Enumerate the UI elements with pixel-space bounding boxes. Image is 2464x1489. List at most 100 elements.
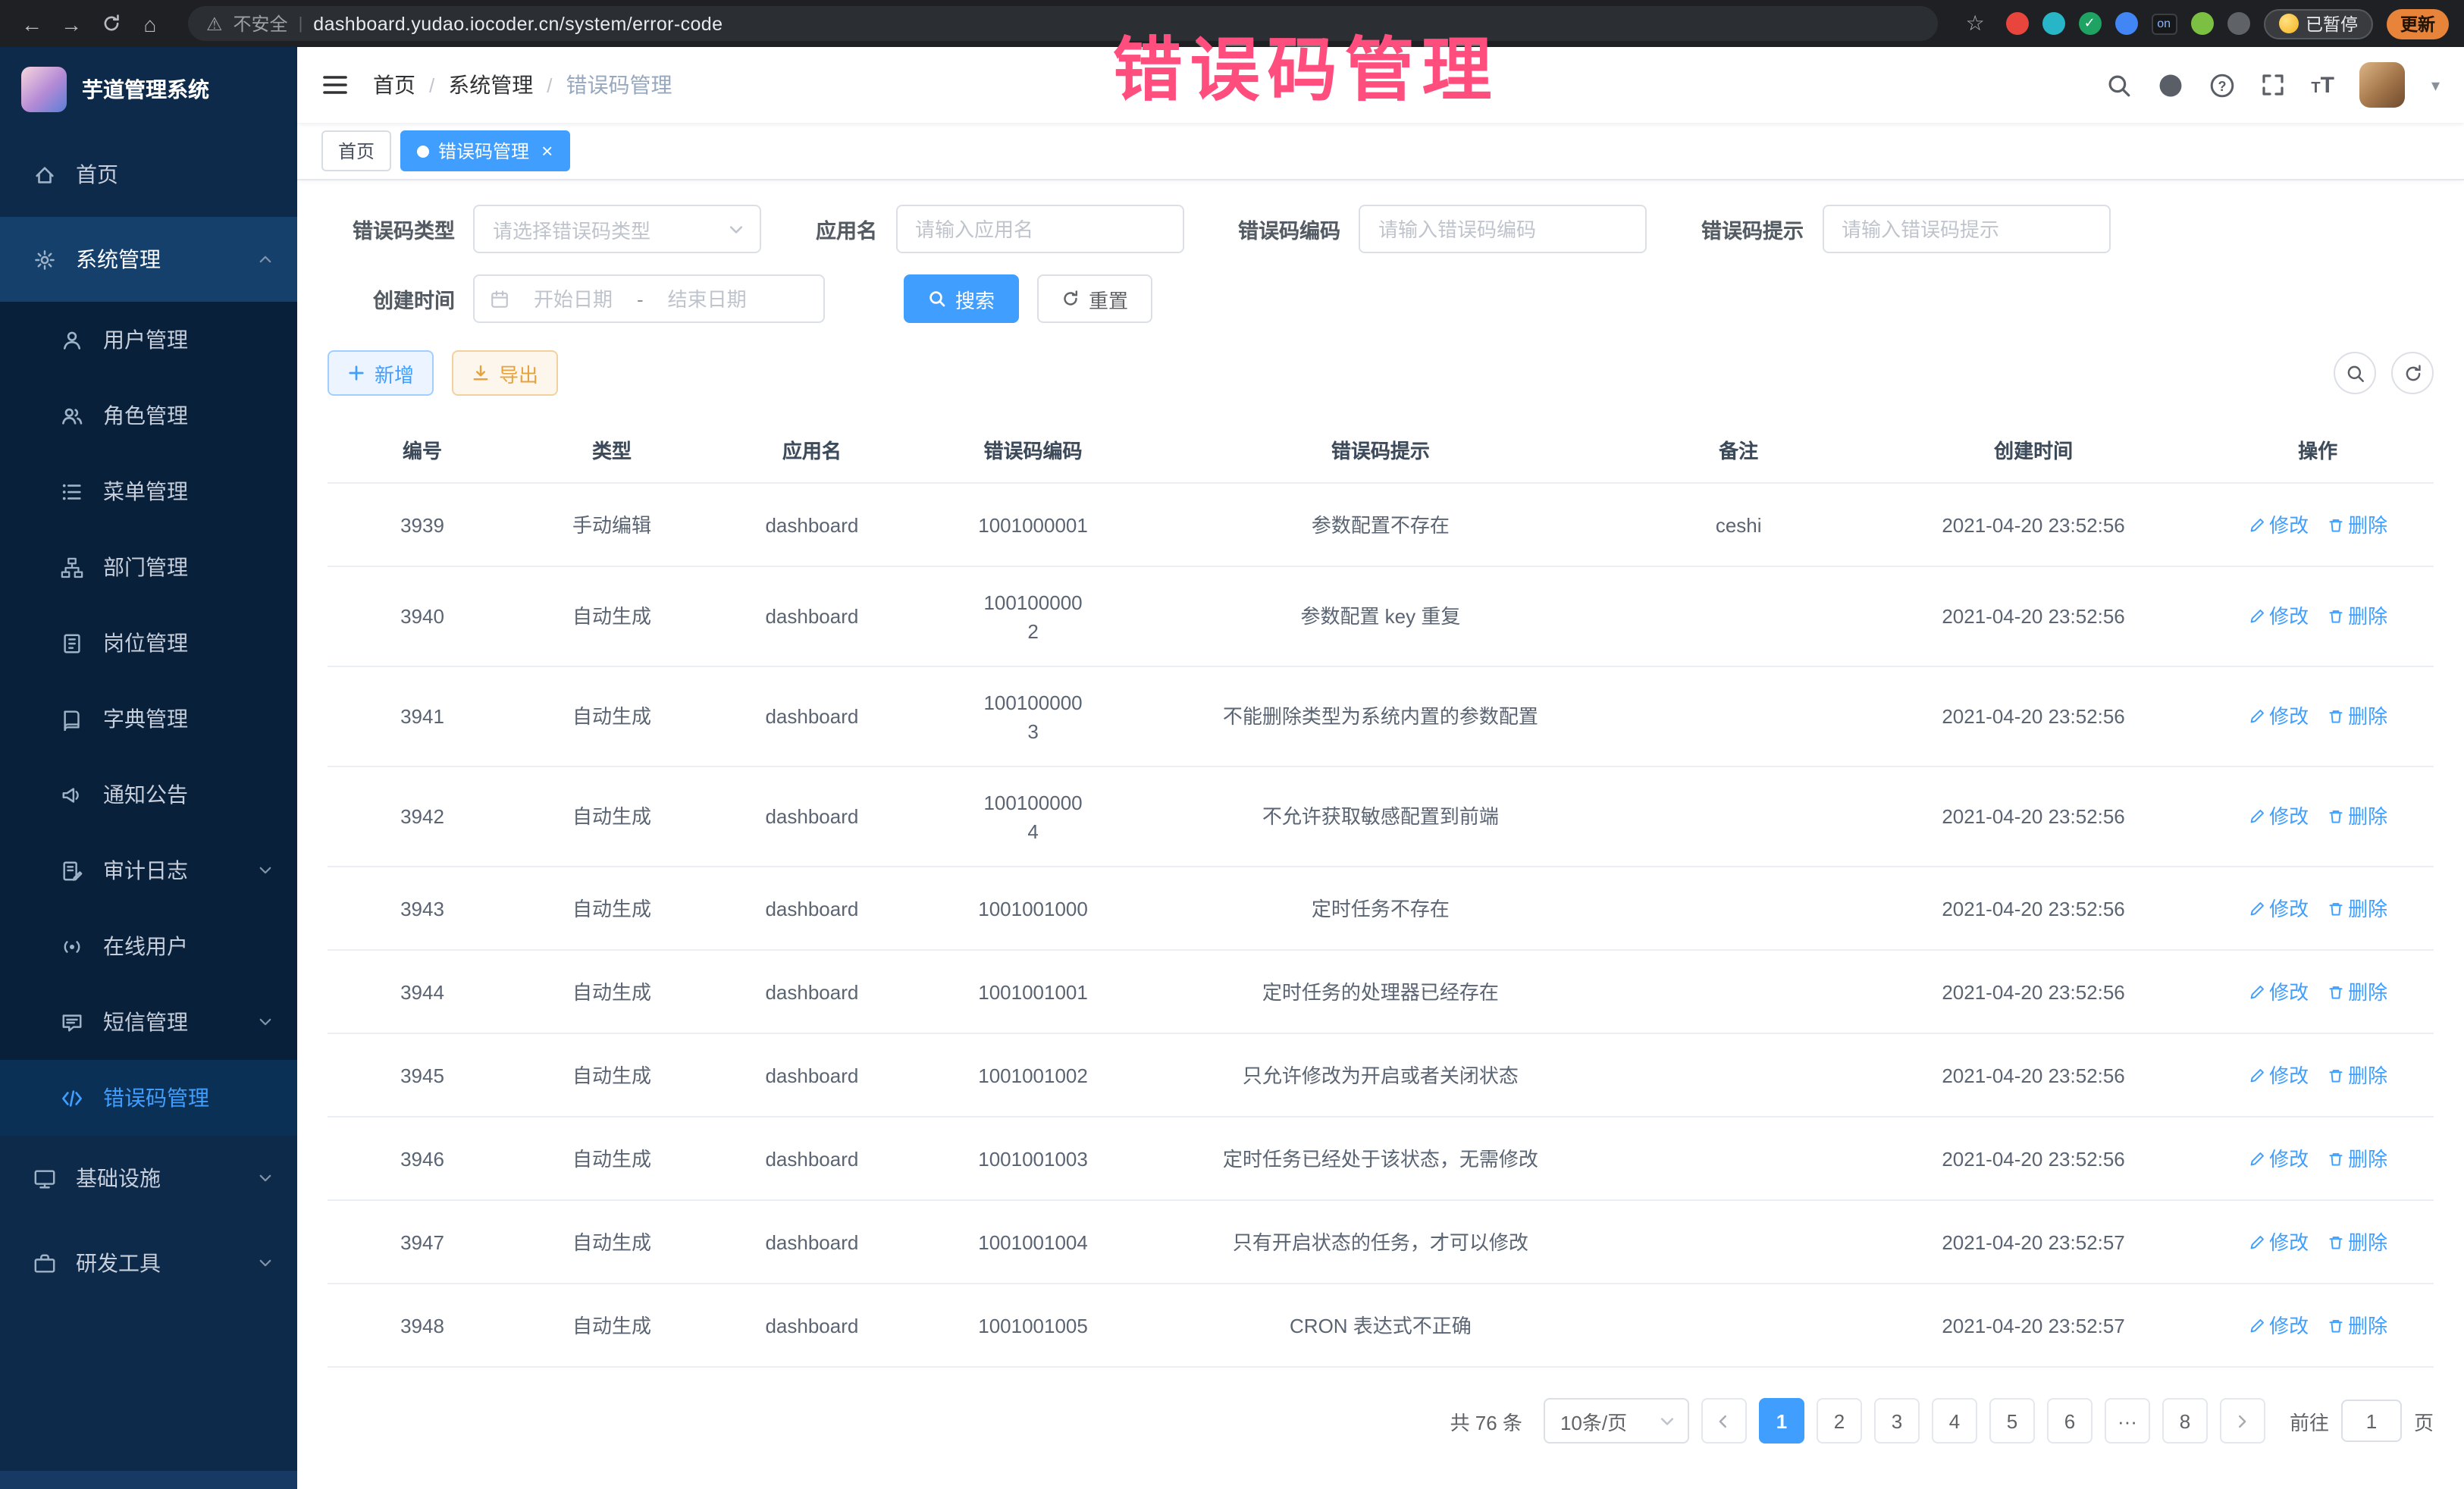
tab-home[interactable]: 首页 xyxy=(321,130,391,171)
page-button[interactable]: ··· xyxy=(2105,1398,2150,1444)
page-button[interactable]: 8 xyxy=(2162,1398,2208,1444)
delete-link[interactable]: 删除 xyxy=(2327,510,2387,539)
sidebar-item-menu-mgmt[interactable]: 菜单管理 xyxy=(0,453,297,529)
edit-link[interactable]: 修改 xyxy=(2248,1144,2309,1173)
edit-link[interactable]: 修改 xyxy=(2248,894,2309,923)
breadcrumb-home[interactable]: 首页 xyxy=(373,70,415,100)
delete-link[interactable]: 删除 xyxy=(2327,977,2387,1006)
cell-time: 2021-04-20 23:52:56 xyxy=(1865,796,2202,837)
page-button[interactable]: 4 xyxy=(1932,1398,1977,1444)
sidebar-item-audit-log[interactable]: 审计日志 xyxy=(0,832,297,908)
goto-page-input[interactable] xyxy=(2341,1400,2402,1442)
browser-home-button[interactable]: ⌂ xyxy=(133,7,167,40)
github-icon[interactable] xyxy=(2158,72,2183,98)
start-date-input[interactable] xyxy=(519,287,628,310)
delete-link[interactable]: 删除 xyxy=(2327,1061,2387,1089)
error-type-select[interactable]: 请选择错误码类型 xyxy=(473,205,761,253)
search-button[interactable]: 搜索 xyxy=(904,274,1019,323)
reset-button[interactable]: 重置 xyxy=(1037,274,1152,323)
page-button[interactable]: 3 xyxy=(1874,1398,1920,1444)
sidebar-item-role-mgmt[interactable]: 角色管理 xyxy=(0,378,297,453)
toggle-search-button[interactable] xyxy=(2334,352,2376,394)
edit-link[interactable]: 修改 xyxy=(2248,1227,2309,1256)
delete-link[interactable]: 删除 xyxy=(2327,1144,2387,1173)
sidebar-item-system[interactable]: 系统管理 xyxy=(0,217,297,302)
error-message-input[interactable] xyxy=(1822,205,2110,253)
sidebar-item-infra[interactable]: 基础设施 xyxy=(0,1136,297,1221)
sidebar-item-user-mgmt[interactable]: 用户管理 xyxy=(0,302,297,378)
sidebar-item-post-mgmt[interactable]: 岗位管理 xyxy=(0,605,297,681)
help-icon[interactable]: ? xyxy=(2209,72,2235,98)
delete-link[interactable]: 删除 xyxy=(2327,602,2387,631)
browser-back-button[interactable]: ← xyxy=(15,7,49,40)
delete-link[interactable]: 删除 xyxy=(2327,894,2387,923)
sidebar-item-devtools[interactable]: 研发工具 xyxy=(0,1221,297,1306)
add-button[interactable]: 新增 xyxy=(328,350,434,396)
date-range-picker[interactable]: - xyxy=(473,274,825,323)
extension-icon[interactable] xyxy=(2042,12,2064,35)
edit-link[interactable]: 修改 xyxy=(2248,702,2309,731)
sidebar-item-sms-mgmt[interactable]: 短信管理 xyxy=(0,984,297,1060)
browser-update-button[interactable]: 更新 xyxy=(2387,8,2449,39)
error-code-input[interactable] xyxy=(1359,205,1647,253)
fullscreen-icon[interactable] xyxy=(2261,73,2285,97)
delete-link[interactable]: 删除 xyxy=(2327,802,2387,831)
page-button[interactable]: 2 xyxy=(1817,1398,1862,1444)
sidebar-item-label: 首页 xyxy=(76,159,118,190)
sidebar-item-notice[interactable]: 通知公告 xyxy=(0,757,297,832)
sidebar-item-online-user[interactable]: 在线用户 xyxy=(0,908,297,984)
pencil-icon xyxy=(2248,1234,2265,1250)
sidebar-collapse-bar[interactable] xyxy=(0,1471,297,1489)
edit-link[interactable]: 修改 xyxy=(2248,510,2309,539)
paused-badge[interactable]: 已暂停 xyxy=(2263,8,2373,39)
export-button[interactable]: 导出 xyxy=(452,350,558,396)
column-header: 类型 xyxy=(517,435,707,464)
sidebar-item-home[interactable]: 首页 xyxy=(0,132,297,217)
page-size-select[interactable]: 10条/页 xyxy=(1544,1398,1689,1444)
prev-page-button[interactable] xyxy=(1701,1398,1747,1444)
filter-row-2: 创建时间 - 搜索 重置 xyxy=(328,274,2434,323)
paused-label: 已暂停 xyxy=(2306,11,2358,36)
extension-icon[interactable] xyxy=(2190,12,2213,35)
page-button[interactable]: 5 xyxy=(1989,1398,2035,1444)
user-icon xyxy=(61,328,85,351)
caret-down-icon[interactable]: ▾ xyxy=(2431,75,2440,95)
search-icon[interactable] xyxy=(2106,72,2132,98)
edit-link[interactable]: 修改 xyxy=(2248,602,2309,631)
next-page-button[interactable] xyxy=(2220,1398,2265,1444)
cell-time: 2021-04-20 23:52:56 xyxy=(1865,696,2202,737)
address-bar[interactable]: ⚠ 不安全 | dashboard.yudao.iocoder.cn/syste… xyxy=(188,6,1937,41)
bookmark-star-icon[interactable]: ☆ xyxy=(1958,7,1992,40)
breadcrumb-current: 错误码管理 xyxy=(566,70,672,100)
extension-icon[interactable] xyxy=(2227,12,2249,35)
delete-link[interactable]: 删除 xyxy=(2327,702,2387,731)
sidebar-item-dept-mgmt[interactable]: 部门管理 xyxy=(0,529,297,605)
cell-time: 2021-04-20 23:52:57 xyxy=(1865,1305,2202,1346)
end-date-input[interactable] xyxy=(653,287,762,310)
breadcrumb-system[interactable]: 系统管理 xyxy=(448,70,533,100)
page-button[interactable]: 6 xyxy=(2047,1398,2093,1444)
delete-link[interactable]: 删除 xyxy=(2327,1227,2387,1256)
extension-icon[interactable] xyxy=(2005,12,2028,35)
sidebar-item-dict-mgmt[interactable]: 字典管理 xyxy=(0,681,297,757)
browser-forward-button[interactable]: → xyxy=(55,7,88,40)
app-name-input[interactable] xyxy=(895,205,1183,253)
user-avatar[interactable] xyxy=(2360,62,2406,108)
close-tab-icon[interactable]: × xyxy=(541,141,553,161)
refresh-table-button[interactable] xyxy=(2391,352,2434,394)
edit-link[interactable]: 修改 xyxy=(2248,1311,2309,1340)
browser-reload-button[interactable] xyxy=(94,7,127,40)
extension-icon[interactable]: ✓ xyxy=(2078,12,2101,35)
extension-badge[interactable]: on xyxy=(2151,13,2177,34)
delete-link[interactable]: 删除 xyxy=(2327,1311,2387,1340)
font-size-icon[interactable]: TT xyxy=(2311,74,2334,96)
page-button[interactable]: 1 xyxy=(1759,1398,1804,1444)
extension-icon[interactable] xyxy=(2114,12,2137,35)
column-header: 错误码编码 xyxy=(917,435,1149,464)
edit-link[interactable]: 修改 xyxy=(2248,1061,2309,1089)
edit-link[interactable]: 修改 xyxy=(2248,802,2309,831)
tab-error-code[interactable]: 错误码管理 × xyxy=(400,130,569,171)
hamburger-icon[interactable] xyxy=(321,73,349,97)
edit-link[interactable]: 修改 xyxy=(2248,977,2309,1006)
sidebar-item-error-code-mgmt[interactable]: 错误码管理 xyxy=(0,1060,297,1136)
